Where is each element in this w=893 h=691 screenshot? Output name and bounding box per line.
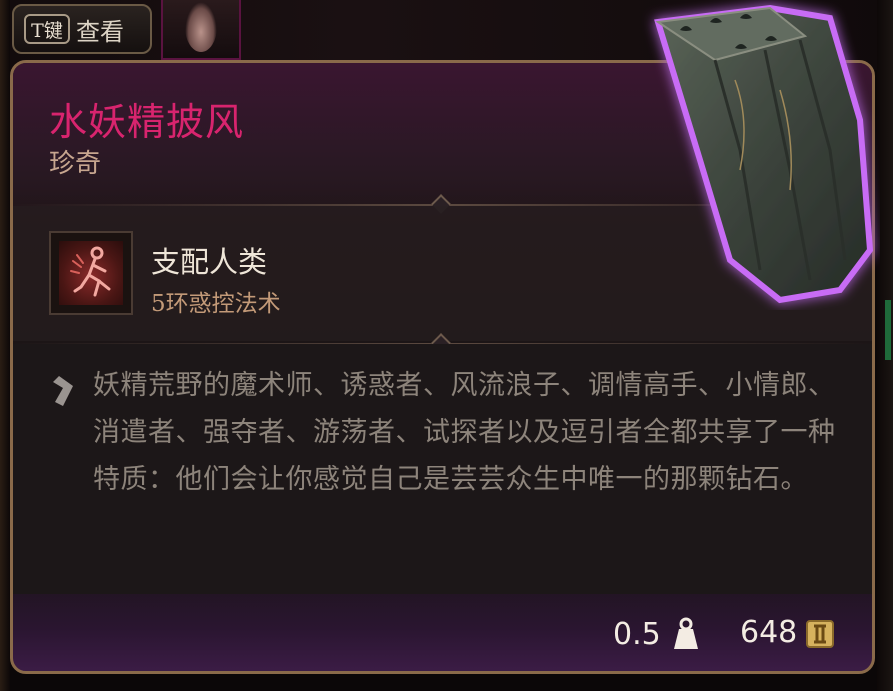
description-section: 妖精荒野的魔术师、诱惑者、风流浪子、调情高手、小情郎、消遣者、强夺者、游荡者、试…	[13, 344, 872, 594]
gold-coin-icon	[806, 620, 834, 648]
item-rarity: 珍奇	[49, 149, 102, 179]
keybind-action-label: 查看	[76, 17, 124, 46]
tooltip-footer: 0.5 648	[13, 591, 872, 671]
background-accent	[885, 300, 891, 360]
quote-mark-icon	[53, 376, 73, 406]
spell-level-school: 5环惑控法术	[151, 291, 281, 317]
spell-icon-glyph	[70, 246, 111, 297]
item-weight: 0.5	[613, 617, 661, 652]
dominate-person-spell-icon[interactable]	[49, 231, 133, 315]
item-description: 妖精荒野的魔术师、诱惑者、风流浪子、调情高手、小情郎、消遣者、强夺者、游荡者、试…	[93, 370, 836, 495]
hotbar-slot[interactable]	[161, 0, 241, 60]
weight-icon	[674, 617, 698, 649]
keybind-badge: T键	[24, 14, 70, 44]
examine-key-hint[interactable]: T键 查看	[12, 4, 152, 54]
spell-name: 支配人类	[151, 245, 268, 279]
item-name: 水妖精披风	[49, 100, 245, 144]
item-price: 648	[740, 615, 798, 650]
cloak-item-icon	[654, 4, 874, 304]
background-left-edge	[0, 0, 10, 691]
hotbar-item-icon	[185, 2, 217, 52]
